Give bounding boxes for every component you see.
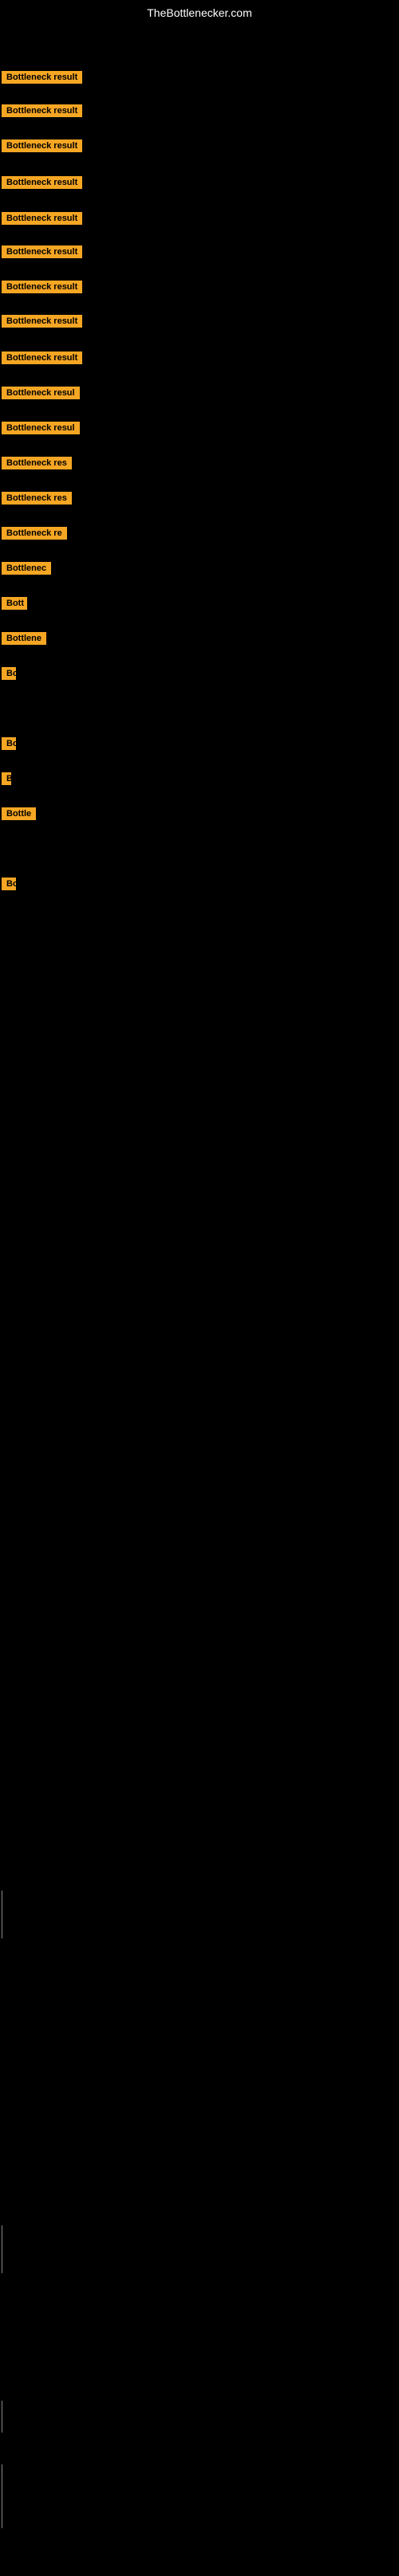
bottleneck-result-badge: Bottleneck resul: [2, 422, 80, 434]
bottleneck-result-badge: Bo: [2, 737, 16, 750]
bottleneck-result-badge: Bottleneck result: [2, 104, 82, 117]
bottleneck-result-badge: Bottlenec: [2, 562, 51, 575]
bottleneck-result-badge: Bottleneck result: [2, 351, 82, 364]
bottleneck-result-badge: Bottleneck result: [2, 281, 82, 293]
bottleneck-result-badge: B: [2, 772, 11, 785]
bottleneck-result-badge: Bottleneck res: [2, 457, 72, 469]
bottleneck-result-badge: Bottleneck result: [2, 212, 82, 225]
bottleneck-result-badge: Bottleneck result: [2, 176, 82, 189]
bottleneck-result-badge: Bottle: [2, 807, 36, 820]
bottleneck-result-badge: Bottleneck result: [2, 315, 82, 328]
bottleneck-result-badge: Bo: [2, 878, 16, 890]
bottleneck-result-badge: Bottleneck result: [2, 71, 82, 84]
badges-container: Bottleneck result Bottleneck result Bottle…: [0, 26, 399, 2576]
bottleneck-result-badge: Bottleneck result: [2, 245, 82, 258]
site-title: TheBottlenecker.com: [0, 0, 399, 26]
bottleneck-result-badge: Bott: [2, 597, 27, 610]
bottleneck-result-badge: Bottleneck result: [2, 139, 82, 152]
bottleneck-result-badge: Bo: [2, 667, 16, 680]
bottleneck-result-badge: Bottleneck res: [2, 492, 72, 505]
bottleneck-result-badge: Bottlene: [2, 632, 46, 645]
bottleneck-result-badge: Bottleneck resul: [2, 387, 80, 399]
bottleneck-result-badge: Bottleneck re: [2, 527, 67, 540]
